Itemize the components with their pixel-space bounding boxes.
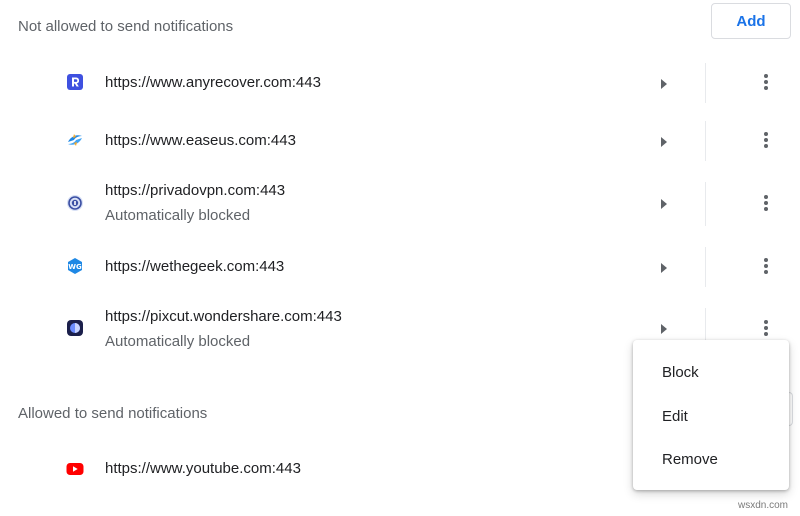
watermark: wsxdn.com: [738, 500, 789, 511]
add-button[interactable]: Add: [711, 3, 791, 39]
blocked-section-title: Not allowed to send notifications: [18, 18, 234, 35]
more-actions-icon[interactable]: [756, 256, 776, 276]
menu-item-block[interactable]: Block: [633, 354, 789, 390]
more-actions-icon[interactable]: [756, 72, 776, 92]
privadovpn-icon: [66, 194, 84, 212]
allowed-section-title: Allowed to send notifications: [18, 405, 208, 422]
site-status: Automatically blocked: [105, 333, 251, 350]
site-row-wethegeek[interactable]: WG https://wethegeek.com:443: [0, 244, 800, 290]
site-url: https://www.easeus.com:443: [105, 132, 296, 149]
site-status: Automatically blocked: [105, 207, 251, 224]
menu-item-remove[interactable]: Remove: [633, 441, 789, 477]
row-divider: [705, 121, 706, 161]
row-divider: [705, 63, 706, 103]
site-row-anyrecover[interactable]: https://www.anyrecover.com:443: [0, 60, 800, 106]
expand-arrow-icon[interactable]: [659, 322, 669, 334]
site-url: https://wethegeek.com:443: [105, 258, 285, 275]
site-url: https://www.youtube.com:443: [105, 460, 301, 477]
expand-arrow-icon[interactable]: [659, 197, 669, 209]
svg-text:WG: WG: [68, 263, 82, 271]
youtube-icon: [66, 460, 84, 478]
row-divider: [705, 247, 706, 287]
site-url: https://privadovpn.com:443: [105, 182, 286, 199]
more-actions-icon[interactable]: [756, 130, 776, 150]
pixcut-icon: [66, 319, 84, 337]
anyrecover-icon: [66, 73, 84, 91]
more-actions-icon[interactable]: [756, 193, 776, 213]
expand-arrow-icon[interactable]: [659, 77, 669, 89]
site-url: https://pixcut.wondershare.com:443: [105, 308, 342, 325]
easeus-icon: [66, 131, 84, 149]
expand-arrow-icon[interactable]: [659, 261, 669, 273]
site-row-easeus[interactable]: https://www.easeus.com:443: [0, 118, 800, 164]
expand-arrow-icon[interactable]: [659, 135, 669, 147]
wethegeek-icon: WG: [66, 257, 84, 275]
row-divider: [705, 182, 706, 226]
site-url: https://www.anyrecover.com:443: [105, 74, 321, 91]
menu-item-edit[interactable]: Edit: [633, 398, 789, 434]
context-menu: Block Edit Remove: [633, 340, 789, 490]
site-row-privadovpn[interactable]: https://privadovpn.com:443 Automatically…: [0, 176, 800, 232]
more-actions-icon[interactable]: [756, 318, 776, 338]
